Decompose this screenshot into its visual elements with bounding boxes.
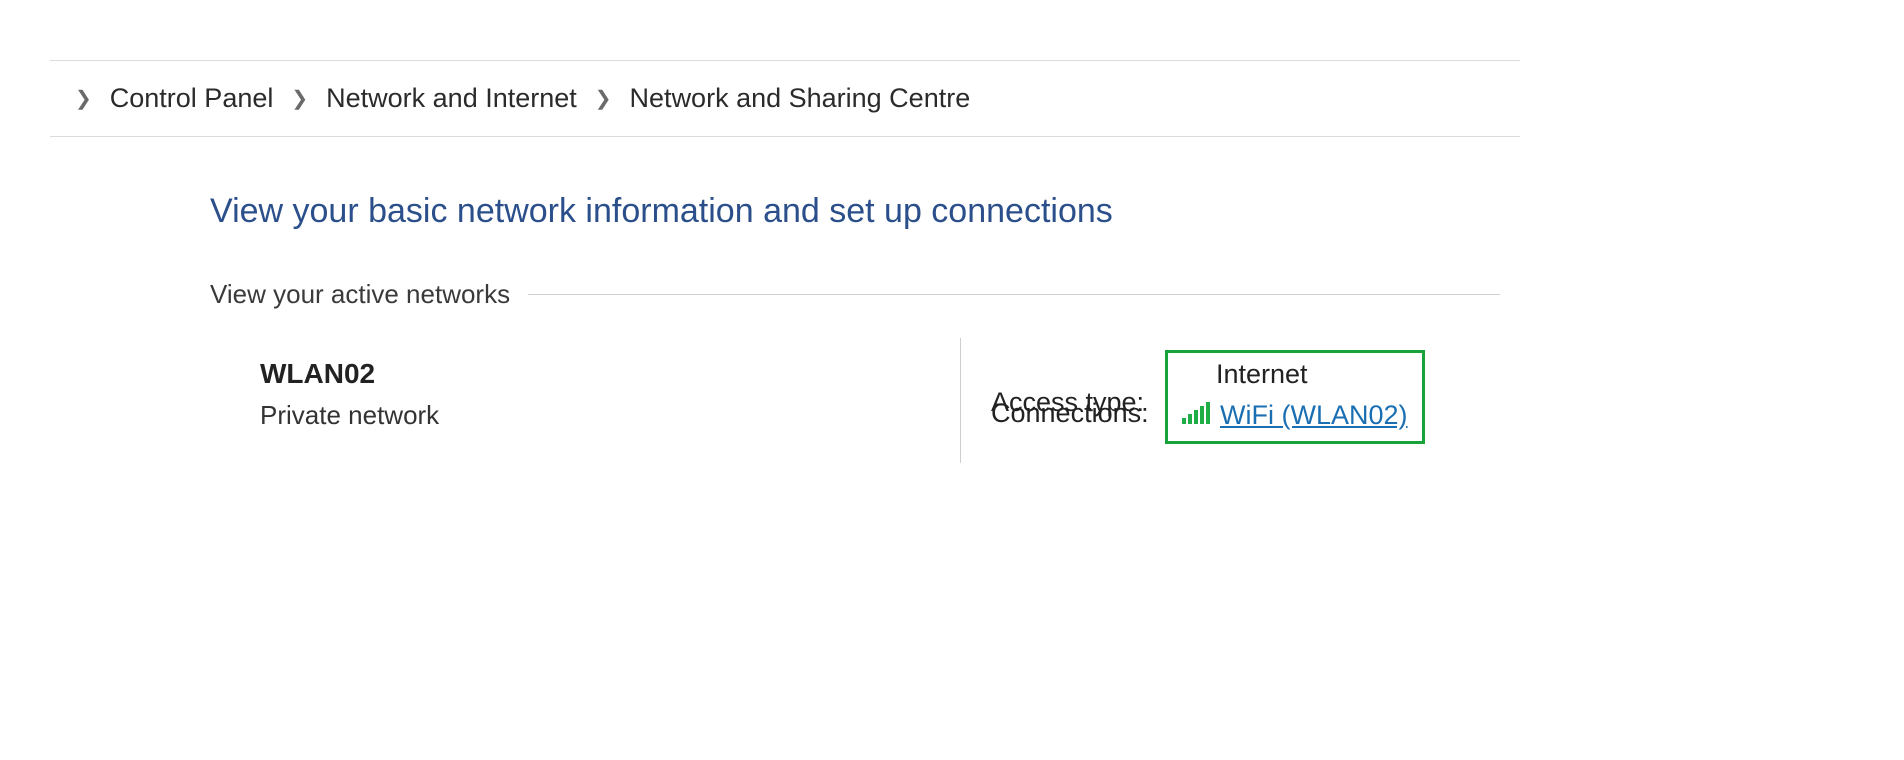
breadcrumb-item-network-sharing-centre[interactable]: Network and Sharing Centre [630,83,971,114]
network-identity: WLAN02 Private network [210,358,960,443]
section-label: View your active networks [210,279,510,310]
chevron-right-icon: ❯ [75,86,92,111]
chevron-right-icon: ❯ [291,86,308,111]
connection-link[interactable]: WiFi (WLAN02) [1220,400,1408,431]
divider [528,294,1500,295]
active-network-row: WLAN02 Private network Access type: Inte… [210,358,1500,443]
network-category: Private network [260,400,960,431]
network-details: Access type: Internet [991,358,1425,443]
content-area: View your basic network information and … [50,137,1520,443]
breadcrumb: ❯ Control Panel ❯ Network and Internet ❯… [50,60,1520,137]
wifi-signal-icon [1182,400,1212,431]
breadcrumb-item-control-panel[interactable]: Control Panel [110,83,274,114]
breadcrumb-item-network-internet[interactable]: Network and Internet [326,83,577,114]
chevron-right-icon: ❯ [595,86,612,111]
highlight-box: Internet [1165,350,1425,444]
active-networks-section-header: View your active networks [210,279,1500,310]
access-type-value: Internet [1216,359,1308,390]
network-name: WLAN02 [260,358,960,390]
vertical-divider [960,338,961,463]
page-title: View your basic network information and … [210,192,1500,231]
network-sharing-panel: ❯ Control Panel ❯ Network and Internet ❯… [50,60,1520,443]
connections-label: Connections: [991,398,1171,429]
